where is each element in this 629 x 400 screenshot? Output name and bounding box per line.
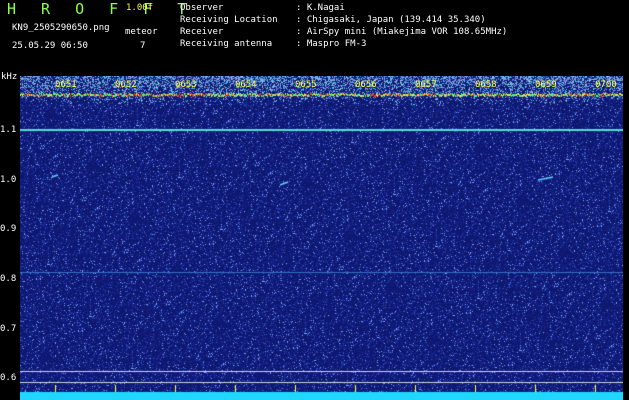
time-mark: 0651 [55,80,77,90]
spectrogram-canvas [20,76,623,400]
info-label-observer: Observer [180,3,224,13]
time-mark: 0656 [355,80,377,90]
time-mark: 0658 [475,80,497,90]
y-tick-label: 0.6 [0,373,17,383]
time-mark: 0653 [175,80,197,90]
info-value-antenna: : Maspro FM-3 [296,39,367,49]
time-mark: 0659 [535,80,557,90]
info-label-receiver: Receiver [180,27,224,37]
version-label: 1.00f [126,3,154,13]
info-value-observer: : K.Nagai [296,3,345,13]
y-tick-label: 1.1 [0,125,17,135]
axis-unit: kHz [1,72,18,82]
info-value-receiver: : AirSpy mini (Miakejima VOR 108.65MHz) [296,27,508,37]
meteor-label: meteor [125,27,158,37]
time-mark: 0654 [235,80,257,90]
program-title: H R O F F T [7,0,195,18]
time-mark: 0700 [595,80,617,90]
filename: KN9_2505290650.png [12,23,110,33]
info-value-location: : Chigasaki, Japan (139.414 35.340) [296,15,486,25]
time-mark: 0655 [295,80,317,90]
y-tick-label: 0.8 [0,274,17,284]
spectrogram-plot [20,76,623,400]
info-label-location: Receiving Location [180,15,278,25]
meteor-count: 7 [140,41,146,51]
y-tick-label: 0.9 [0,224,17,234]
hroft-screen: H R O F F T 1.00f KN9_2505290650.png met… [0,0,629,400]
y-tick-label: 1.0 [0,175,17,185]
info-label-antenna: Receiving antenna [180,39,273,49]
datetime: 25.05.29 06:50 [12,41,88,51]
time-mark: 0652 [115,80,137,90]
y-tick-label: 0.7 [0,324,17,334]
time-mark: 0657 [415,80,437,90]
